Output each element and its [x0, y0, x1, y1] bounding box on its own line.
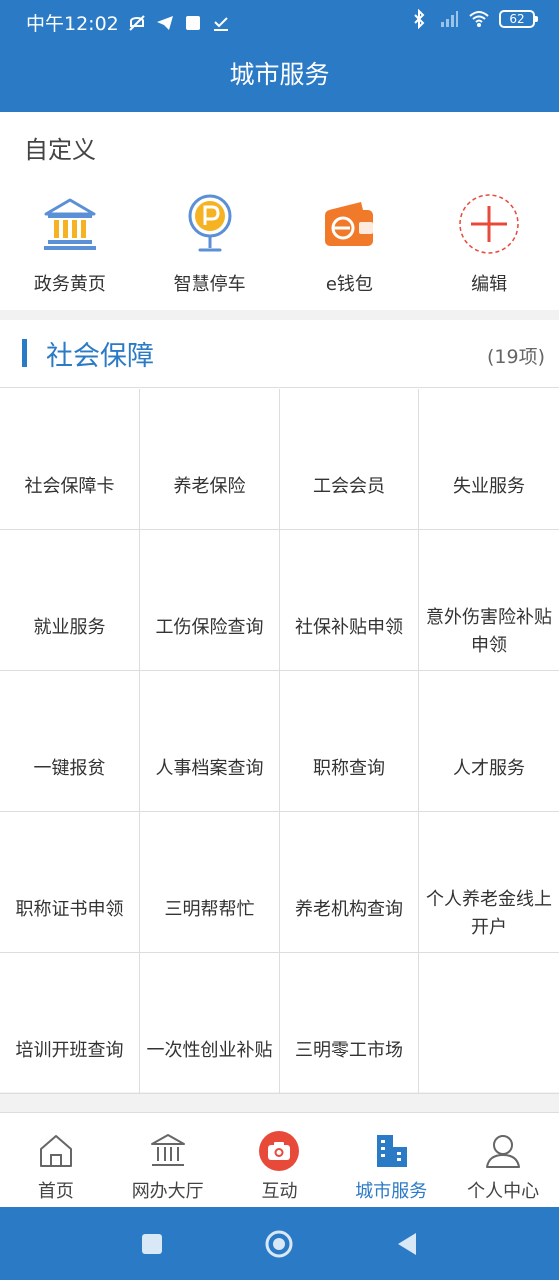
bottom-nav: 首页 网办大厅 互动 城市服务 个人中心 — [0, 1112, 559, 1207]
notification-square-icon — [185, 15, 200, 30]
section-accent-bar — [22, 339, 27, 367]
section-count: (19项) — [486, 346, 545, 368]
hall-icon — [150, 1134, 185, 1166]
nav-item-interaction[interactable]: 互动 — [224, 1113, 336, 1207]
nav-item-online-hall[interactable]: 网办大厅 — [112, 1113, 224, 1207]
section-title: 社会保障 — [46, 341, 154, 372]
telegram-icon — [156, 15, 173, 30]
custom-item-label: e钱包 — [325, 274, 373, 295]
signal-icon — [441, 11, 458, 27]
bluetooth-icon — [414, 9, 425, 29]
service-item[interactable]: 工伤保险查询 — [140, 530, 280, 671]
wifi-icon — [469, 11, 489, 27]
service-item-empty — [419, 953, 559, 1094]
home-circle-icon[interactable] — [264, 1229, 294, 1259]
social-security-section: 社会保障 (19项) 社会保障卡 养老保险 工会会员 失业服务 就业服务 工伤保… — [0, 320, 559, 1094]
custom-item-label: 编辑 — [471, 274, 508, 295]
nav-item-home[interactable]: 首页 — [0, 1113, 112, 1207]
status-bar: 中午12:02 62 — [0, 0, 559, 42]
service-item[interactable]: 养老机构查询 — [280, 812, 419, 953]
custom-item-smart-parking[interactable]: 智慧停车 — [140, 192, 280, 296]
page-title: 城市服务 — [229, 60, 330, 89]
service-item[interactable]: 职称证书申领 — [0, 812, 140, 953]
service-item[interactable]: 养老保险 — [140, 389, 280, 530]
mute-icon — [129, 14, 145, 31]
nav-item-city-service[interactable]: 城市服务 — [335, 1113, 447, 1207]
service-item[interactable]: 社会保障卡 — [0, 389, 140, 530]
service-item[interactable]: 职称查询 — [280, 671, 419, 812]
service-item[interactable]: 培训开班查询 — [0, 953, 140, 1094]
camera-icon — [259, 1131, 300, 1171]
custom-section: 自定义 政务黄页 智慧停车 e钱包 编辑 — [0, 112, 559, 310]
service-item[interactable]: 工会会员 — [280, 389, 419, 530]
service-item[interactable]: 就业服务 — [0, 530, 140, 671]
app-header: 城市服务 — [0, 42, 559, 112]
service-item[interactable]: 三明零工市场 — [280, 953, 419, 1094]
system-nav-bar — [0, 1207, 559, 1280]
service-item[interactable]: 个人养老金线上开户 — [419, 812, 559, 953]
section-header: 社会保障 (19项) — [0, 320, 559, 388]
custom-item-label: 智慧停车 — [173, 274, 246, 295]
service-item[interactable]: 人才服务 — [419, 671, 559, 812]
bank-icon — [43, 198, 96, 250]
nav-label: 个人中心 — [467, 1181, 540, 1202]
download-check-icon — [213, 16, 228, 31]
service-item[interactable]: 三明帮帮忙 — [140, 812, 280, 953]
nav-label: 首页 — [37, 1181, 74, 1202]
nav-label: 城市服务 — [355, 1181, 428, 1202]
service-item[interactable]: 一键报贫 — [0, 671, 140, 812]
battery-indicator: 62 — [499, 10, 538, 28]
custom-item-gov-directory[interactable]: 政务黄页 — [0, 192, 140, 296]
add-icon — [459, 194, 519, 254]
user-icon — [486, 1135, 521, 1168]
back-triangle-icon[interactable] — [392, 1229, 422, 1259]
service-grid: 社会保障卡 养老保险 工会会员 失业服务 就业服务 工伤保险查询 社保补贴申领 … — [0, 389, 559, 1094]
custom-item-e-wallet[interactable]: e钱包 — [280, 192, 420, 296]
service-item[interactable]: 意外伤害险补贴申领 — [419, 530, 559, 671]
service-item[interactable]: 人事档案查询 — [140, 671, 280, 812]
nav-item-personal-center[interactable]: 个人中心 — [447, 1113, 559, 1207]
home-icon — [39, 1135, 72, 1167]
city-icon — [377, 1135, 408, 1167]
nav-label: 互动 — [261, 1181, 298, 1202]
recent-apps-icon[interactable] — [137, 1229, 167, 1259]
custom-section-title: 自定义 — [24, 136, 96, 164]
wallet-icon — [325, 202, 374, 246]
service-item[interactable]: 一次性创业补贴 — [140, 953, 280, 1094]
service-item[interactable]: 社保补贴申领 — [280, 530, 419, 671]
parking-icon — [188, 194, 232, 252]
custom-item-label: 政务黄页 — [33, 274, 106, 295]
custom-item-edit[interactable]: 编辑 — [419, 192, 559, 296]
nav-label: 网办大厅 — [131, 1181, 204, 1202]
status-time: 中午12:02 — [26, 13, 119, 35]
service-item[interactable]: 失业服务 — [419, 389, 559, 530]
